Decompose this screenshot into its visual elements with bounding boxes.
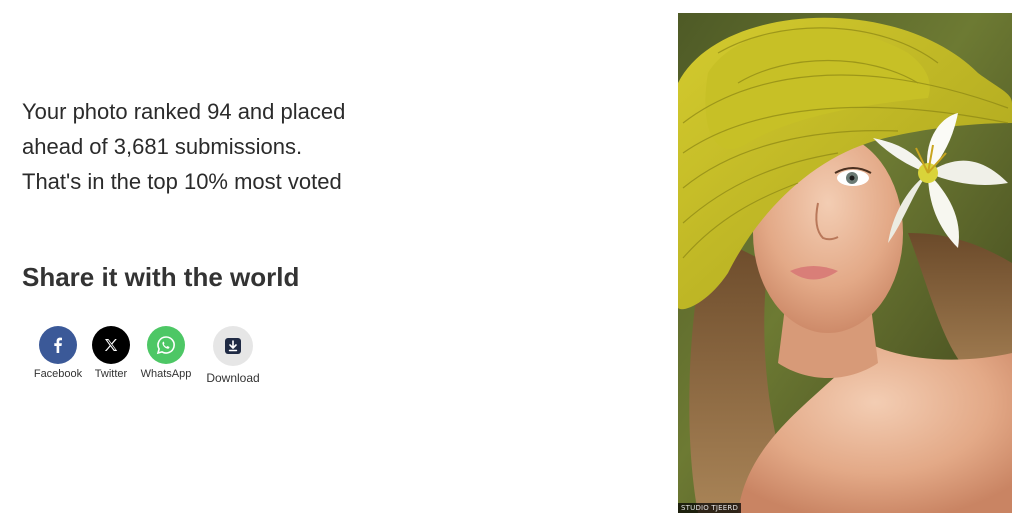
facebook-icon[interactable] xyxy=(39,326,77,364)
result-line-2: ahead of 3,681 submissions. xyxy=(22,134,303,159)
x-icon[interactable] xyxy=(92,326,130,364)
result-message: Your photo ranked 94 and placed ahead of… xyxy=(22,94,345,199)
twitter-label: Twitter xyxy=(94,368,128,380)
facebook-label: Facebook xyxy=(33,368,83,380)
whatsapp-label: WhatsApp xyxy=(140,368,192,380)
photo-watermark: STUDIO TJEERD xyxy=(678,503,742,513)
download-icon[interactable] xyxy=(213,326,253,366)
whatsapp-icon[interactable] xyxy=(147,326,185,364)
portrait-image xyxy=(678,13,1012,513)
submitted-photo: STUDIO TJEERD xyxy=(678,13,1012,513)
whatsapp-share-button[interactable]: WhatsApp xyxy=(134,326,198,385)
share-buttons: Facebook Twitter WhatsApp Download xyxy=(28,326,266,385)
download-button[interactable]: Download xyxy=(200,326,266,385)
share-title: Share it with the world xyxy=(22,262,300,292)
facebook-share-button[interactable]: Facebook xyxy=(28,326,88,385)
twitter-share-button[interactable]: Twitter xyxy=(88,326,134,385)
result-line-3: That's in the top 10% most voted xyxy=(22,169,342,194)
result-line-1: Your photo ranked 94 and placed xyxy=(22,99,346,124)
download-label: Download xyxy=(206,371,260,385)
